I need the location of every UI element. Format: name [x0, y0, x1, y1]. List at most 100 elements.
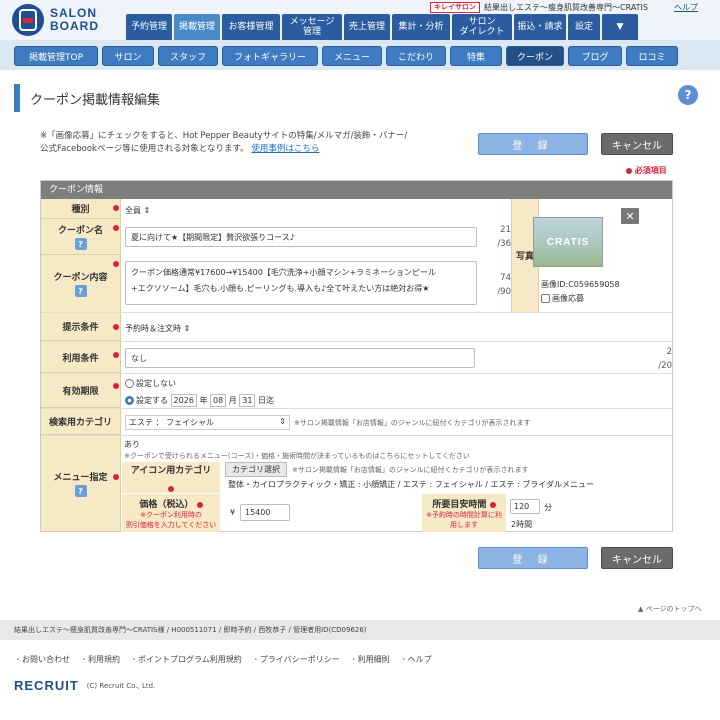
usage-count: 2	[666, 347, 672, 357]
usage-counter: 2/20	[644, 345, 672, 373]
label-price: 価格（税込） ※クーポン利用時の 割引価格を入力してください	[122, 494, 220, 532]
price-input[interactable]: 15400	[240, 504, 290, 521]
nav-sales[interactable]: 売上管理	[344, 14, 390, 40]
nav-analytics[interactable]: 集計・分析	[392, 14, 450, 40]
logo-line2: BOARD	[50, 19, 99, 33]
select-arrow-icon: ⇕	[279, 417, 286, 426]
validity-none-label: 設定しない	[136, 379, 176, 388]
header-help-link[interactable]: ヘルプ	[674, 2, 698, 13]
validity-month-select[interactable]: 08	[210, 394, 227, 407]
nav-salon-direct[interactable]: サロン ダイレクト	[452, 14, 512, 40]
search-category-value: エステ ： フェイシャル	[129, 418, 215, 427]
footer-link-help[interactable]: ヘルプ	[400, 654, 432, 665]
nav-more-chevron-icon[interactable]: ▼	[602, 14, 638, 40]
subnav-salon[interactable]: サロン	[102, 46, 154, 66]
type-select[interactable]: 全員 ⇕	[125, 205, 151, 216]
usage-max: /20	[658, 361, 672, 371]
label-presentation-text: 提示条件	[62, 323, 99, 333]
required-dot-icon	[168, 485, 174, 492]
coupon-photo-logo-text: CRATIS	[546, 236, 590, 248]
subnav-coupon[interactable]: クーポン	[506, 46, 564, 66]
required-dot-icon	[626, 167, 632, 174]
required-dot-icon	[113, 383, 119, 389]
subnav-listing-top[interactable]: 掲載管理TOP	[14, 46, 98, 66]
register-button-bottom[interactable]: 登 録	[478, 547, 588, 569]
subnav-blog[interactable]: ブログ	[568, 46, 622, 66]
coupon-content-line2: +エクソソーム】毛穴も.小顔も.ピーリングも.導入も♪全て叶えたい方は絶対お得★	[131, 284, 430, 293]
nav-billing[interactable]: 振込・請求	[514, 14, 566, 40]
coupon-photo[interactable]: CRATIS	[533, 217, 603, 267]
required-dot-icon	[489, 501, 496, 508]
photo-image-id: 画像ID:C059659058	[541, 280, 620, 289]
usage-examples-link[interactable]: 使用事例はこちら	[251, 144, 319, 154]
nav-customer[interactable]: お客様管理	[222, 14, 280, 40]
recruit-brand: RECRUIT (C) Recruit Co., Ltd.	[14, 678, 155, 693]
price-note-line1: ※クーポン利用時の	[140, 511, 202, 519]
label-presentation: 提示条件	[41, 313, 121, 341]
subnav-staff[interactable]: スタッフ	[158, 46, 218, 66]
cancel-button-bottom[interactable]: キャンセル	[601, 547, 673, 569]
salon-board-logo[interactable]: SALON BOARD	[12, 4, 122, 36]
logo-text: SALON BOARD	[50, 7, 99, 33]
required-legend-text: 必須項目	[634, 166, 667, 175]
menu-value: あり	[124, 440, 140, 449]
subnav-feature[interactable]: 特集	[450, 46, 502, 66]
validity-day-select[interactable]: 31	[239, 394, 256, 407]
recruit-logo: RECRUIT	[14, 678, 79, 693]
label-usage: 利用条件	[41, 342, 121, 373]
coupon-name-counter: 21/36	[481, 223, 511, 251]
title-accent	[14, 84, 20, 112]
nav-message[interactable]: メッセージ 管理	[282, 14, 342, 40]
footer-link-privacy[interactable]: プライバシーポリシー	[252, 654, 340, 665]
footer-link-terms[interactable]: 利用規約	[80, 654, 120, 665]
validity-none-radio[interactable]	[125, 379, 134, 388]
validity-year-select[interactable]: 2026	[170, 394, 197, 407]
footer-link-contact[interactable]: お問い合わせ	[14, 654, 70, 665]
subnav-kodawari[interactable]: こだわり	[386, 46, 446, 66]
search-category-select[interactable]: エステ ： フェイシャル ⇕	[125, 415, 290, 430]
usage-input[interactable]: なし	[125, 348, 475, 368]
cancel-button-top[interactable]: キャンセル	[601, 133, 673, 155]
footer-link-point-terms[interactable]: ポイントプログラム利用規約	[130, 654, 242, 665]
label-validity: 有効期限	[41, 374, 121, 408]
coupon-name-input[interactable]: 夏に向けて★【期間限定】贅沢欲張りコース♪	[125, 227, 477, 247]
required-dot-icon	[113, 205, 119, 211]
page-top-link[interactable]: ▲ ページのトップへ	[638, 604, 701, 614]
nav-listing[interactable]: 掲載管理	[174, 14, 220, 40]
note-line2: 公式Facebookページ等に使用される対象となります。	[40, 144, 249, 154]
coupon-content-textarea[interactable]: クーポン価格通常¥17600→¥15400【毛穴洗浄+小顔マシン+ラミネーション…	[125, 261, 477, 305]
category-select-button[interactable]: カテゴリ選択	[225, 462, 287, 477]
presentation-select[interactable]: 予約時＆注文時 ⇕	[125, 323, 191, 334]
label-validity-text: 有効期限	[62, 387, 99, 397]
row-divider	[41, 341, 672, 342]
nav-settings[interactable]: 設定	[568, 14, 600, 40]
time-input[interactable]: 120	[510, 499, 540, 514]
label-menu-text: メニュー指定	[53, 473, 108, 483]
validity-none-option[interactable]: 設定しない	[125, 378, 176, 389]
validity-set-label: 設定する	[136, 396, 168, 405]
help-question-icon[interactable]: ?	[74, 485, 87, 497]
nav-reservation[interactable]: 予約管理	[126, 14, 172, 40]
help-icon[interactable]: ?	[678, 85, 698, 105]
photo-close-icon[interactable]: ✕	[621, 208, 639, 224]
subnav-reviews[interactable]: ロコミ	[626, 46, 678, 66]
required-dot-icon	[113, 261, 119, 267]
photo-apply-checkbox-row[interactable]: 画像応募	[541, 293, 584, 304]
label-coupon-content: クーポン内容?	[41, 255, 121, 313]
kirei-salon-badge: キレイサロン	[430, 2, 480, 13]
subnav-photo-gallery[interactable]: フォトギャラリー	[222, 46, 318, 66]
register-button-top[interactable]: 登 録	[478, 133, 588, 155]
help-question-icon[interactable]: ?	[74, 285, 87, 297]
validity-set-radio[interactable]	[125, 396, 134, 405]
price-note-line2: 割引価格を入力してください	[125, 521, 217, 529]
type-select-value: 全員	[125, 206, 141, 215]
help-question-icon[interactable]: ?	[74, 238, 87, 250]
footer-link-rules[interactable]: 利用細則	[350, 654, 390, 665]
coupon-content-count: 74	[500, 273, 511, 283]
subnav-menu[interactable]: メニュー	[322, 46, 382, 66]
validity-set-option[interactable]: 設定する 2026 年 08 月 31 日迄	[125, 394, 274, 407]
image-apply-checkbox[interactable]	[541, 294, 550, 303]
coupon-content-max: /90	[497, 287, 511, 297]
label-required-time: 所要目安時間 ※予約時の時間計算に利 用します	[422, 494, 506, 532]
main-nav: 予約管理 掲載管理 お客様管理 メッセージ 管理 売上管理 集計・分析 サロン …	[126, 14, 640, 40]
